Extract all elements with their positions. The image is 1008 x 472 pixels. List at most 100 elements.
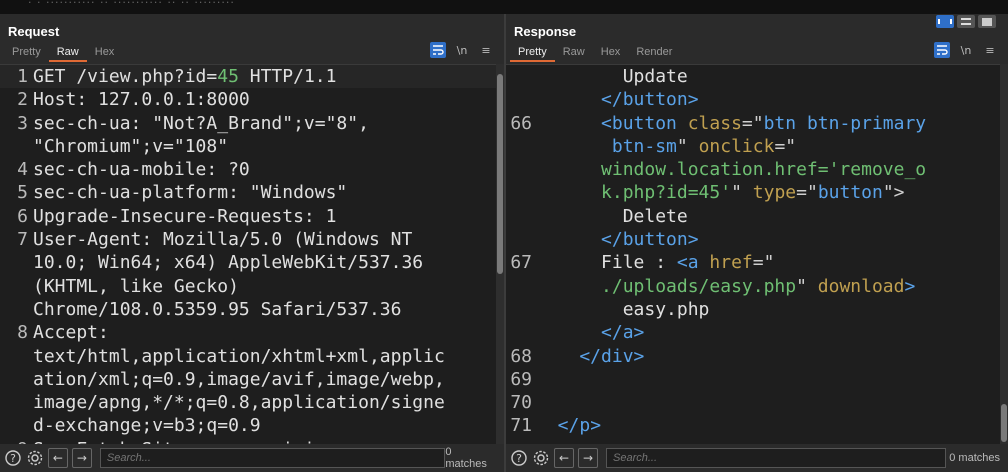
response-search-input[interactable] [606, 448, 946, 468]
code-line: </a> [506, 321, 1008, 344]
code-token: =" [774, 135, 797, 157]
response-tab-raw[interactable]: Raw [555, 44, 593, 62]
code-line: 1 GET /view.php?id=45 HTTP/1.1 [0, 65, 504, 89]
code-line: "Chromium";v="108" [0, 135, 504, 158]
menu-icon[interactable]: ≡ [478, 42, 494, 58]
settings-gear-icon[interactable] [532, 449, 550, 467]
search-prev-arrow-icon[interactable]: ← [554, 448, 574, 468]
code-line: </button> [506, 88, 1008, 111]
code-line: ation/xml;q=0.9,image/avif,image/webp, [0, 368, 504, 391]
line-number: 1 [17, 66, 28, 87]
code-line: 6 Upgrade-Insecure-Requests: 1 [0, 205, 504, 228]
code-line: 68 </div> [506, 345, 1008, 368]
code-token: image/apng,*/*;q=0.8,application/signe [33, 392, 445, 414]
line-number: 8 [17, 322, 28, 344]
line-code: <button class="btn btn-primary [536, 112, 926, 135]
top-strip: · · ··········· ·· ··········· ·· ·· ···… [0, 0, 1008, 15]
code-token: HTTP/1.1 [238, 66, 337, 87]
code-token: href [709, 252, 753, 274]
newline-toggle-icon[interactable]: \n [454, 42, 470, 58]
response-scrollbar[interactable] [1000, 64, 1008, 444]
line-number: 66 [510, 112, 532, 134]
request-tab-raw[interactable]: Raw [48, 44, 87, 62]
code-token: button [611, 112, 688, 134]
code-line: ./uploads/easy.php" download> [506, 275, 1008, 298]
search-next-arrow-icon[interactable]: → [578, 448, 598, 468]
menu-icon[interactable]: ≡ [982, 42, 998, 58]
request-scroll-thumb[interactable] [497, 74, 503, 274]
response-scroll-thumb[interactable] [1001, 404, 1007, 442]
request-editor-tools: \n ≡ [430, 42, 494, 58]
line-number: 69 [510, 368, 532, 390]
code-token: " [796, 275, 818, 297]
code-line: image/apng,*/*;q=0.8,application/signe [0, 391, 504, 414]
response-pane: Response Pretty Raw Hex Render \n ≡ Upda… [506, 14, 1008, 472]
code-token: =" [741, 112, 764, 134]
line-code: ation/xml;q=0.9,image/avif,image/webp, [33, 368, 445, 391]
code-line: 3 sec-ch-ua: "Not?A_Brand";v="8", [0, 112, 504, 135]
code-line: </button> [506, 228, 1008, 251]
wrap-lines-icon[interactable] [934, 42, 950, 58]
code-line: text/html,application/xhtml+xml,applic [0, 345, 504, 368]
code-token: 45 [217, 66, 239, 87]
top-strip-text: · · ··········· ·· ··········· ·· ·· ···… [28, 0, 235, 9]
code-line: 2 Host: 127.0.0.1:8000 [0, 88, 504, 111]
line-code: Upgrade-Insecure-Requests: 1 [33, 205, 336, 228]
line-code: image/apng,*/*;q=0.8,application/signe [33, 391, 445, 414]
response-tab-hex[interactable]: Hex [593, 44, 629, 62]
request-tab-pretty[interactable]: Pretty [4, 44, 49, 62]
newline-toggle-icon[interactable]: \n [958, 42, 974, 58]
line-number: 70 [510, 392, 532, 414]
layout-single-icon[interactable] [978, 15, 996, 28]
request-match-count: 0 matches [445, 446, 487, 470]
code-line: 8 Accept: [0, 321, 504, 344]
code-token: < [536, 112, 612, 134]
help-icon[interactable]: ? [4, 449, 22, 467]
help-icon[interactable]: ? [510, 449, 528, 467]
line-code: </p> [536, 414, 601, 437]
response-editor[interactable]: Update </button> 66 <button class="btn bt… [506, 64, 1008, 445]
line-code: text/html,application/xhtml+xml,applic [33, 345, 445, 368]
code-token: " [676, 135, 699, 157]
line-number: 71 [510, 415, 532, 437]
code-line: 70 [506, 391, 1008, 414]
code-line: 71 </p> [506, 414, 1008, 437]
line-number: 7 [17, 229, 28, 251]
code-token: Delete [536, 205, 688, 227]
code-line: 67 File : <a href=" [506, 251, 1008, 274]
code-token: Chrome/108.0.5359.95 Safari/537.36 [33, 298, 402, 320]
search-next-arrow-icon[interactable]: → [71, 448, 92, 468]
response-tab-pretty[interactable]: Pretty [510, 44, 555, 62]
search-prev-arrow-icon[interactable]: ← [47, 448, 68, 468]
settings-gear-icon[interactable] [26, 449, 44, 467]
code-token: d-exchange;v=b3;q=0.9 [33, 415, 261, 437]
line-code: window.location.href='remove_o [536, 158, 926, 181]
code-token: sec-ch-ua-platform: "Windows" [33, 182, 348, 204]
code-token: sec-ch-ua: "Not?A_Brand";v="8", [33, 112, 369, 134]
code-token: "Chromium";v="108" [33, 135, 229, 157]
code-token: onclick [698, 135, 775, 157]
line-code: GET /view.php?id=45 HTTP/1.1 [33, 65, 336, 88]
code-token: div [601, 345, 634, 367]
code-token: > [590, 415, 602, 437]
request-scrollbar[interactable] [496, 64, 504, 444]
line-code: Accept: [33, 321, 109, 344]
request-editor[interactable]: 1 GET /view.php?id=45 HTTP/1.1 2 Host: 127.… [0, 64, 504, 445]
wrap-lines-icon[interactable] [430, 42, 446, 58]
line-code: btn-sm" onclick=" [536, 135, 796, 158]
code-token: p [579, 415, 591, 437]
code-token: download [817, 275, 905, 297]
layout-side-by-side-icon[interactable] [936, 15, 954, 28]
response-tab-render[interactable]: Render [628, 44, 680, 62]
code-token: < [676, 252, 688, 274]
layout-stacked-icon[interactable] [957, 15, 975, 28]
request-search-input[interactable] [99, 448, 446, 468]
code-token: GET /view.php?id= [33, 66, 218, 87]
code-token: 10.0; Win64; x64) AppleWebKit/537.36 [33, 252, 424, 274]
request-title: Request [8, 24, 60, 39]
code-line: 69 [506, 368, 1008, 391]
code-token: button [622, 89, 688, 111]
request-tab-hex[interactable]: Hex [87, 44, 123, 62]
code-token: ation/xml;q=0.9,image/avif,image/webp, [33, 368, 445, 390]
code-line: 7 User-Agent: Mozilla/5.0 (Windows NT [0, 228, 504, 251]
